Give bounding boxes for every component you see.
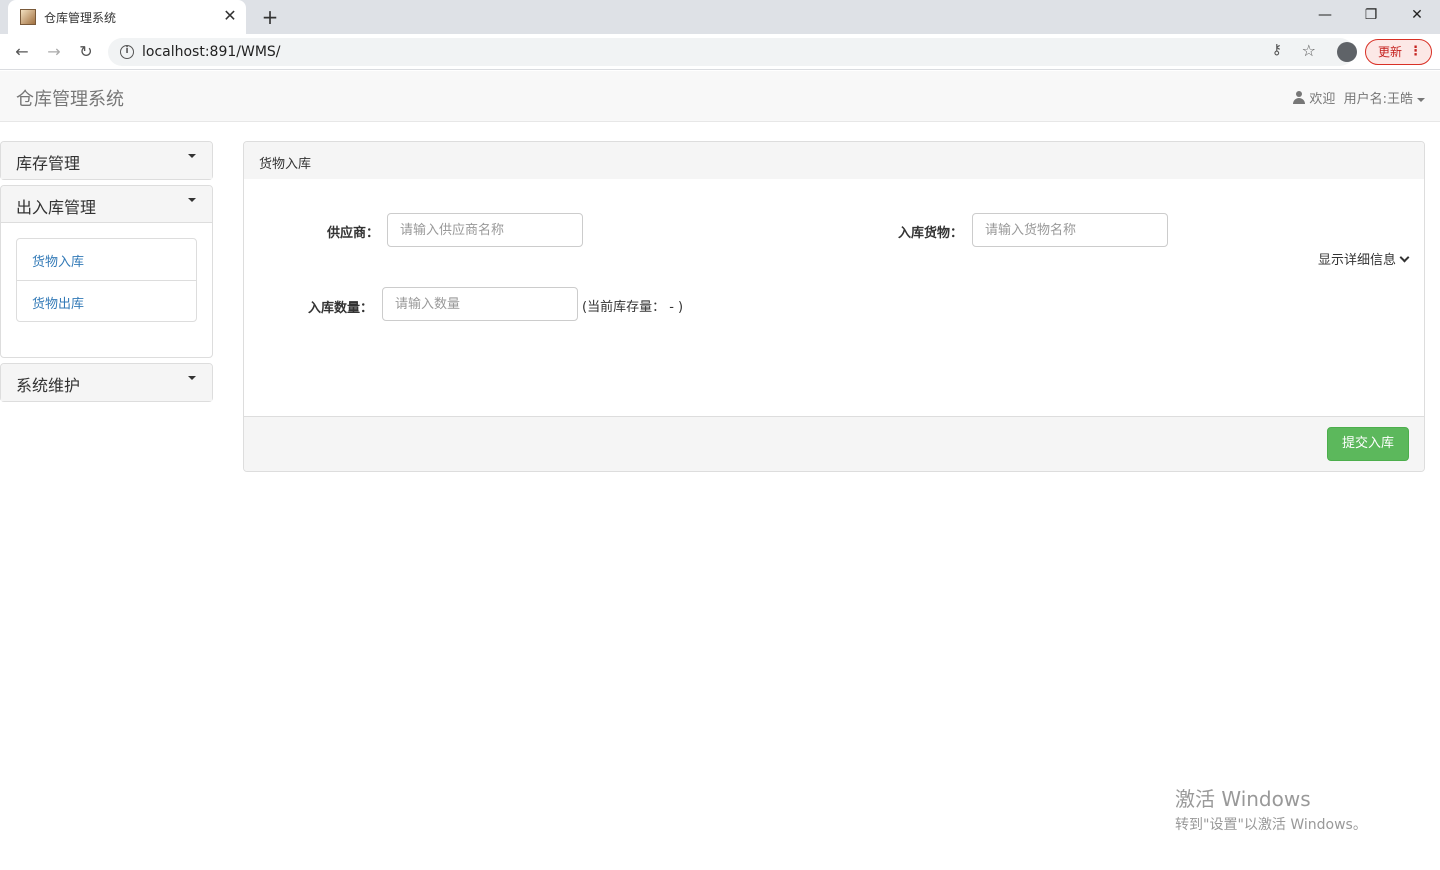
profile-avatar-icon[interactable] [1337,42,1357,62]
sidebar: 库存管理 出入库管理 货物入库 货物出库 系统维护 [0,141,213,407]
maximize-icon[interactable]: ❐ [1348,0,1394,30]
browser-toolbar: ← → ↻ i localhost:891/WMS/ ⚷ ☆ 更新 ⋮ [0,34,1440,70]
sidebar-panel-inout: 出入库管理 货物入库 货物出库 [0,185,213,358]
site-favicon-icon [20,9,36,25]
show-details-label: 显示详细信息 [1317,253,1396,268]
goods-input[interactable] [972,213,1168,247]
reload-icon[interactable]: ↻ [74,40,98,64]
browser-tab-bar: 仓库管理系统 ✕ + — ❐ ✕ [0,0,1440,34]
username-text: 用户名:王皓 [1343,92,1413,107]
key-icon[interactable]: ⚷ [1272,42,1282,58]
browser-tab[interactable]: 仓库管理系统 ✕ [8,0,246,34]
sidebar-heading-label: 系统维护 [16,376,81,395]
address-bar[interactable]: i localhost:891/WMS/ ⚷ ☆ [108,38,1354,66]
caret-down-icon [1417,97,1425,102]
caret-down-icon [188,154,196,158]
forward-arrow-icon[interactable]: → [42,40,66,64]
quantity-input[interactable] [382,287,578,321]
sidebar-heading-inout[interactable]: 出入库管理 [1,186,212,223]
watermark-subtitle: 转到"设置"以激活 Windows。 [1175,817,1367,833]
panel-heading: 货物入库 [244,142,1424,179]
windows-activation-watermark: 激活 Windows 转到"设置"以激活 Windows。 [1175,783,1367,834]
more-menu-icon: ⋮ [1409,44,1422,59]
app-brand[interactable]: 仓库管理系统 [16,85,124,111]
sidebar-heading-system[interactable]: 系统维护 [1,364,212,401]
supplier-input[interactable] [387,213,583,247]
sidebar-panel-system: 系统维护 [0,363,213,402]
info-icon[interactable]: i [120,45,134,59]
sidebar-panel-body: 货物入库 货物出库 [1,223,212,357]
supplier-label: 供应商： [327,226,380,241]
panel-footer: 提交入库 [244,416,1424,471]
minimize-icon[interactable]: — [1302,0,1348,30]
update-button[interactable]: 更新 ⋮ [1365,39,1432,65]
caret-down-icon [188,376,196,380]
tab-title: 仓库管理系统 [44,11,117,25]
update-label: 更新 [1378,45,1403,59]
sidebar-item-goods-in[interactable]: 货物入库 [17,239,196,280]
bookmark-star-icon[interactable]: ☆ [1302,41,1316,60]
caret-down-icon [188,198,196,202]
goods-label: 入库货物： [898,226,964,241]
user-icon [1293,91,1306,104]
back-arrow-icon[interactable]: ← [10,40,34,64]
sidebar-item-goods-out[interactable]: 货物出库 [17,280,196,321]
sidebar-heading-inventory[interactable]: 库存管理 [1,142,212,179]
close-window-icon[interactable]: ✕ [1394,0,1440,30]
user-dropdown[interactable]: 欢迎 用户名:王皓 [1293,88,1425,107]
chevron-down-icon [1399,252,1410,263]
submit-goods-in-button[interactable]: 提交入库 [1327,427,1409,461]
sidebar-panel-inventory: 库存管理 [0,141,213,180]
goods-in-panel: 货物入库 供应商： 入库货物： 显示详细信息 入库数量： (当前库存量： - )… [243,141,1425,472]
quantity-label: 入库数量： [308,301,374,316]
sidebar-heading-label: 出入库管理 [16,198,97,217]
sidebar-list: 货物入库 货物出库 [16,238,197,322]
close-tab-icon[interactable]: ✕ [220,6,240,26]
watermark-title: 激活 Windows [1175,787,1311,811]
sidebar-heading-label: 库存管理 [16,154,81,173]
current-stock-note: (当前库存量： - ) [582,300,684,315]
url-text[interactable]: localhost:891/WMS/ [142,44,281,60]
show-details-toggle[interactable]: 显示详细信息 [1317,249,1410,268]
app-navbar: 仓库管理系统 欢迎 用户名:王皓 [0,71,1440,122]
welcome-text: 欢迎 [1309,92,1336,107]
new-tab-icon[interactable]: + [258,5,282,29]
